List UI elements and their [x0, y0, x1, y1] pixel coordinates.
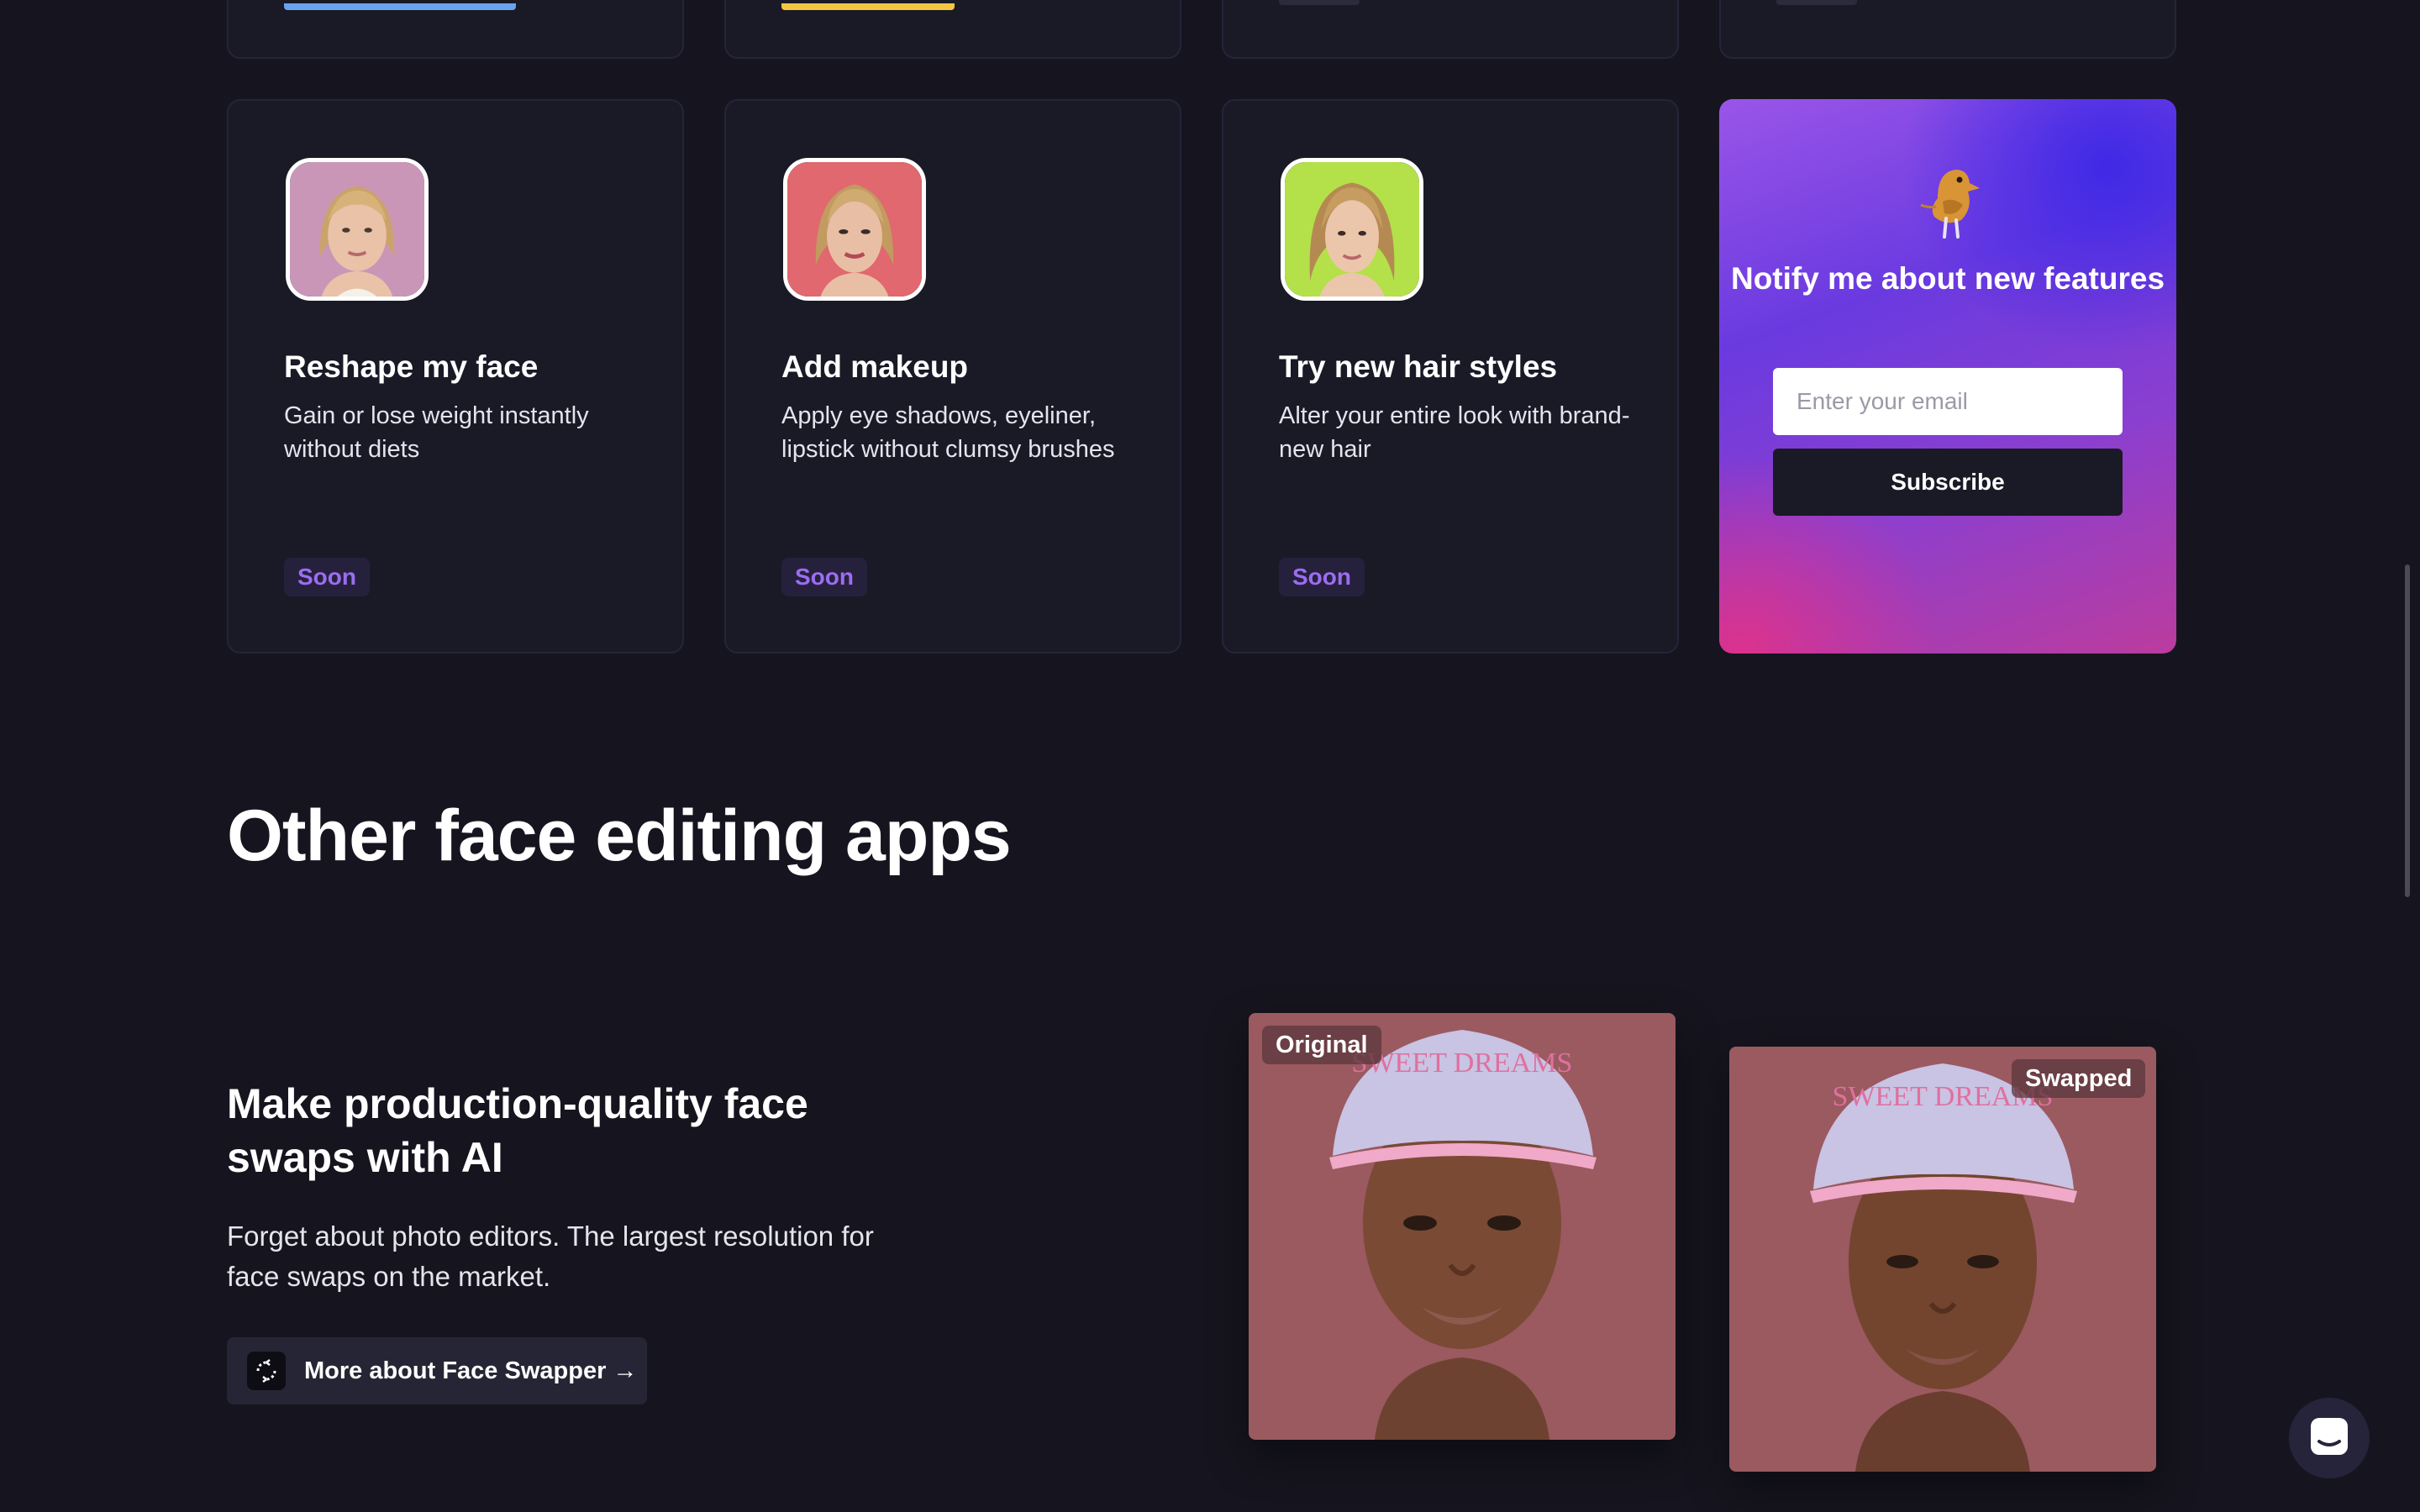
face-swapper-app-icon [247, 1352, 286, 1390]
add-makeup-avatar [783, 158, 926, 301]
swapped-tag: Swapped [2012, 1059, 2146, 1098]
original-tag: Original [1262, 1026, 1381, 1064]
card-description: Apply eye shadows, eyeliner, lipstick wi… [781, 402, 1115, 463]
card-title: Reshape my face [284, 349, 539, 384]
feature-card-top-3 [1222, 0, 1679, 59]
card-title: Try new hair styles [1279, 349, 1558, 384]
feature-card-top-4 [1719, 0, 2176, 59]
feature-card-add-makeup[interactable]: Add makeup Apply eye shadows, eyeliner, … [724, 99, 1181, 654]
feature-card-reshape-face[interactable]: Reshape my face Gain or lose weight inst… [227, 99, 684, 654]
notify-title: Notify me about new features [1730, 261, 2165, 296]
face-portrait-icon [290, 162, 424, 297]
reshape-face-avatar [286, 158, 429, 301]
email-input[interactable] [1773, 368, 2123, 435]
card-description: Alter your entire look with brand-new ha… [1279, 402, 1630, 463]
badge-remnant [1776, 0, 1857, 5]
svg-text:SWEET DREAMS: SWEET DREAMS [1352, 1047, 1573, 1079]
face-photo-swapped: SWEET DREAMS [1729, 1047, 2156, 1472]
more-about-label: More about Face Swapper → [304, 1357, 638, 1384]
subscribe-button[interactable]: Subscribe [1773, 449, 2123, 516]
soon-badge: Soon [284, 558, 370, 596]
feature-card-top-1 [227, 0, 684, 59]
card-description: Gain or lose weight instantly without di… [284, 402, 589, 463]
card-title: Add makeup [781, 349, 969, 384]
chat-icon [2311, 1418, 2348, 1455]
hair-styles-avatar [1281, 158, 1423, 301]
chat-launcher-button[interactable] [2289, 1398, 2370, 1478]
bird-icon [1920, 170, 1980, 239]
soon-badge: Soon [781, 558, 867, 596]
more-about-face-swapper-button[interactable]: More about Face Swapper → [227, 1337, 647, 1404]
feature-card-hair-styles[interactable]: Try new hair styles Alter your entire lo… [1222, 99, 1679, 654]
notify-card: Notify me about new features Subscribe [1719, 99, 2176, 654]
original-photo: SWEET DREAMS [1249, 1013, 1676, 1440]
page-scrollbar-thumb[interactable] [2405, 564, 2410, 897]
face-portrait-icon [787, 162, 922, 297]
section-heading: Other face editing apps [227, 795, 1012, 876]
swapped-photo: SWEET DREAMS [1729, 1047, 2156, 1472]
soon-badge: Soon [1279, 558, 1365, 596]
progress-accent [284, 3, 516, 10]
face-swapper-title: Make production-quality face swaps with … [227, 1080, 808, 1181]
feature-card-top-2 [724, 0, 1181, 59]
badge-remnant [1279, 0, 1360, 5]
face-swapper-description: Forget about photo editors. The largest … [227, 1221, 874, 1292]
face-photo-original: SWEET DREAMS [1249, 1013, 1676, 1440]
progress-accent [781, 3, 955, 10]
face-portrait-icon [1285, 162, 1419, 297]
